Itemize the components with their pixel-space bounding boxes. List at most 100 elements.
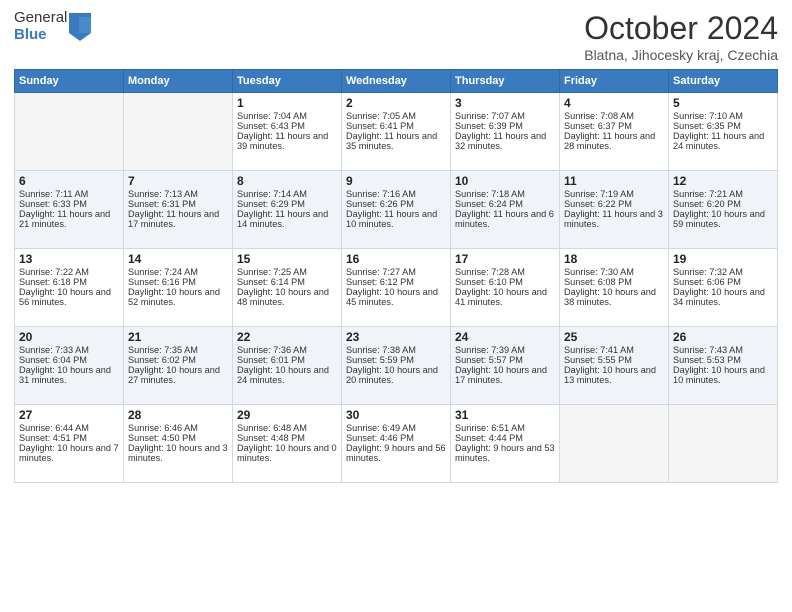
table-row: 16Sunrise: 7:27 AMSunset: 6:12 PMDayligh… — [342, 249, 451, 327]
header-monday: Monday — [124, 70, 233, 93]
sunset-text: Sunset: 6:08 PM — [564, 277, 632, 287]
sunrise-text: Sunrise: 7:25 AM — [237, 267, 307, 277]
table-row — [15, 93, 124, 171]
daylight-text: Daylight: 10 hours and 3 minutes. — [128, 443, 228, 463]
daylight-text: Daylight: 10 hours and 24 minutes. — [237, 365, 329, 385]
day-number: 27 — [19, 408, 119, 422]
logo: General Blue — [14, 10, 91, 43]
sunrise-text: Sunrise: 7:08 AM — [564, 111, 634, 121]
header-friday: Friday — [560, 70, 669, 93]
sunrise-text: Sunrise: 7:21 AM — [673, 189, 743, 199]
logo-text: General Blue — [14, 10, 67, 43]
daylight-text: Daylight: 10 hours and 45 minutes. — [346, 287, 438, 307]
table-row: 24Sunrise: 7:39 AMSunset: 5:57 PMDayligh… — [451, 327, 560, 405]
daylight-text: Daylight: 10 hours and 38 minutes. — [564, 287, 656, 307]
daylight-text: Daylight: 11 hours and 6 minutes. — [455, 209, 554, 229]
sunset-text: Sunset: 6:02 PM — [128, 355, 196, 365]
daylight-text: Daylight: 10 hours and 41 minutes. — [455, 287, 547, 307]
sunset-text: Sunset: 6:22 PM — [564, 199, 632, 209]
table-row: 9Sunrise: 7:16 AMSunset: 6:26 PMDaylight… — [342, 171, 451, 249]
day-number: 11 — [564, 174, 664, 188]
sunset-text: Sunset: 6:20 PM — [673, 199, 741, 209]
sunset-text: Sunset: 6:33 PM — [19, 199, 87, 209]
daylight-text: Daylight: 11 hours and 21 minutes. — [19, 209, 110, 229]
day-number: 17 — [455, 252, 555, 266]
sunset-text: Sunset: 4:46 PM — [346, 433, 414, 443]
calendar-week-row: 20Sunrise: 7:33 AMSunset: 6:04 PMDayligh… — [15, 327, 778, 405]
sunrise-text: Sunrise: 7:05 AM — [346, 111, 416, 121]
day-number: 15 — [237, 252, 337, 266]
sunset-text: Sunset: 6:39 PM — [455, 121, 523, 131]
daylight-text: Daylight: 10 hours and 31 minutes. — [19, 365, 111, 385]
sunrise-text: Sunrise: 7:07 AM — [455, 111, 525, 121]
day-number: 24 — [455, 330, 555, 344]
sunrise-text: Sunrise: 7:43 AM — [673, 345, 743, 355]
logo-blue: Blue — [14, 27, 67, 44]
day-number: 31 — [455, 408, 555, 422]
sunset-text: Sunset: 6:29 PM — [237, 199, 305, 209]
sunrise-text: Sunrise: 7:27 AM — [346, 267, 416, 277]
sunrise-text: Sunrise: 7:13 AM — [128, 189, 198, 199]
day-number: 29 — [237, 408, 337, 422]
sunset-text: Sunset: 6:12 PM — [346, 277, 414, 287]
day-number: 26 — [673, 330, 773, 344]
daylight-text: Daylight: 10 hours and 59 minutes. — [673, 209, 765, 229]
sunset-text: Sunset: 6:41 PM — [346, 121, 414, 131]
sunrise-text: Sunrise: 7:14 AM — [237, 189, 307, 199]
daylight-text: Daylight: 10 hours and 10 minutes. — [673, 365, 765, 385]
day-number: 18 — [564, 252, 664, 266]
header-wednesday: Wednesday — [342, 70, 451, 93]
table-row: 7Sunrise: 7:13 AMSunset: 6:31 PMDaylight… — [124, 171, 233, 249]
sunrise-text: Sunrise: 6:48 AM — [237, 423, 307, 433]
table-row: 5Sunrise: 7:10 AMSunset: 6:35 PMDaylight… — [669, 93, 778, 171]
sunrise-text: Sunrise: 7:36 AM — [237, 345, 307, 355]
sunset-text: Sunset: 4:51 PM — [19, 433, 87, 443]
table-row: 2Sunrise: 7:05 AMSunset: 6:41 PMDaylight… — [342, 93, 451, 171]
table-row: 20Sunrise: 7:33 AMSunset: 6:04 PMDayligh… — [15, 327, 124, 405]
sunset-text: Sunset: 5:57 PM — [455, 355, 523, 365]
day-number: 30 — [346, 408, 446, 422]
daylight-text: Daylight: 11 hours and 39 minutes. — [237, 131, 328, 151]
day-number: 1 — [237, 96, 337, 110]
sunrise-text: Sunrise: 7:16 AM — [346, 189, 416, 199]
daylight-text: Daylight: 11 hours and 3 minutes. — [564, 209, 663, 229]
day-number: 10 — [455, 174, 555, 188]
day-number: 28 — [128, 408, 228, 422]
table-row — [124, 93, 233, 171]
daylight-text: Daylight: 10 hours and 0 minutes. — [237, 443, 337, 463]
table-row: 6Sunrise: 7:11 AMSunset: 6:33 PMDaylight… — [15, 171, 124, 249]
header-sunday: Sunday — [15, 70, 124, 93]
table-row: 10Sunrise: 7:18 AMSunset: 6:24 PMDayligh… — [451, 171, 560, 249]
table-row: 4Sunrise: 7:08 AMSunset: 6:37 PMDaylight… — [560, 93, 669, 171]
sunset-text: Sunset: 4:44 PM — [455, 433, 523, 443]
table-row: 11Sunrise: 7:19 AMSunset: 6:22 PMDayligh… — [560, 171, 669, 249]
sunset-text: Sunset: 6:16 PM — [128, 277, 196, 287]
sunset-text: Sunset: 6:24 PM — [455, 199, 523, 209]
title-block: October 2024 Blatna, Jihocesky kraj, Cze… — [584, 10, 778, 63]
sunrise-text: Sunrise: 7:22 AM — [19, 267, 89, 277]
sunset-text: Sunset: 6:26 PM — [346, 199, 414, 209]
day-number: 2 — [346, 96, 446, 110]
table-row: 1Sunrise: 7:04 AMSunset: 6:43 PMDaylight… — [233, 93, 342, 171]
sunset-text: Sunset: 6:18 PM — [19, 277, 87, 287]
day-number: 14 — [128, 252, 228, 266]
daylight-text: Daylight: 10 hours and 56 minutes. — [19, 287, 111, 307]
day-number: 20 — [19, 330, 119, 344]
daylight-text: Daylight: 11 hours and 14 minutes. — [237, 209, 328, 229]
daylight-text: Daylight: 10 hours and 27 minutes. — [128, 365, 220, 385]
daylight-text: Daylight: 11 hours and 32 minutes. — [455, 131, 546, 151]
sunrise-text: Sunrise: 7:18 AM — [455, 189, 525, 199]
calendar-week-row: 27Sunrise: 6:44 AMSunset: 4:51 PMDayligh… — [15, 405, 778, 483]
daylight-text: Daylight: 11 hours and 10 minutes. — [346, 209, 437, 229]
table-row: 26Sunrise: 7:43 AMSunset: 5:53 PMDayligh… — [669, 327, 778, 405]
sunrise-text: Sunrise: 7:28 AM — [455, 267, 525, 277]
sunrise-text: Sunrise: 6:51 AM — [455, 423, 525, 433]
daylight-text: Daylight: 10 hours and 7 minutes. — [19, 443, 119, 463]
table-row: 14Sunrise: 7:24 AMSunset: 6:16 PMDayligh… — [124, 249, 233, 327]
table-row: 19Sunrise: 7:32 AMSunset: 6:06 PMDayligh… — [669, 249, 778, 327]
sunrise-text: Sunrise: 7:10 AM — [673, 111, 743, 121]
daylight-text: Daylight: 10 hours and 20 minutes. — [346, 365, 438, 385]
daylight-text: Daylight: 9 hours and 53 minutes. — [455, 443, 555, 463]
sunrise-text: Sunrise: 7:11 AM — [19, 189, 88, 199]
header-saturday: Saturday — [669, 70, 778, 93]
